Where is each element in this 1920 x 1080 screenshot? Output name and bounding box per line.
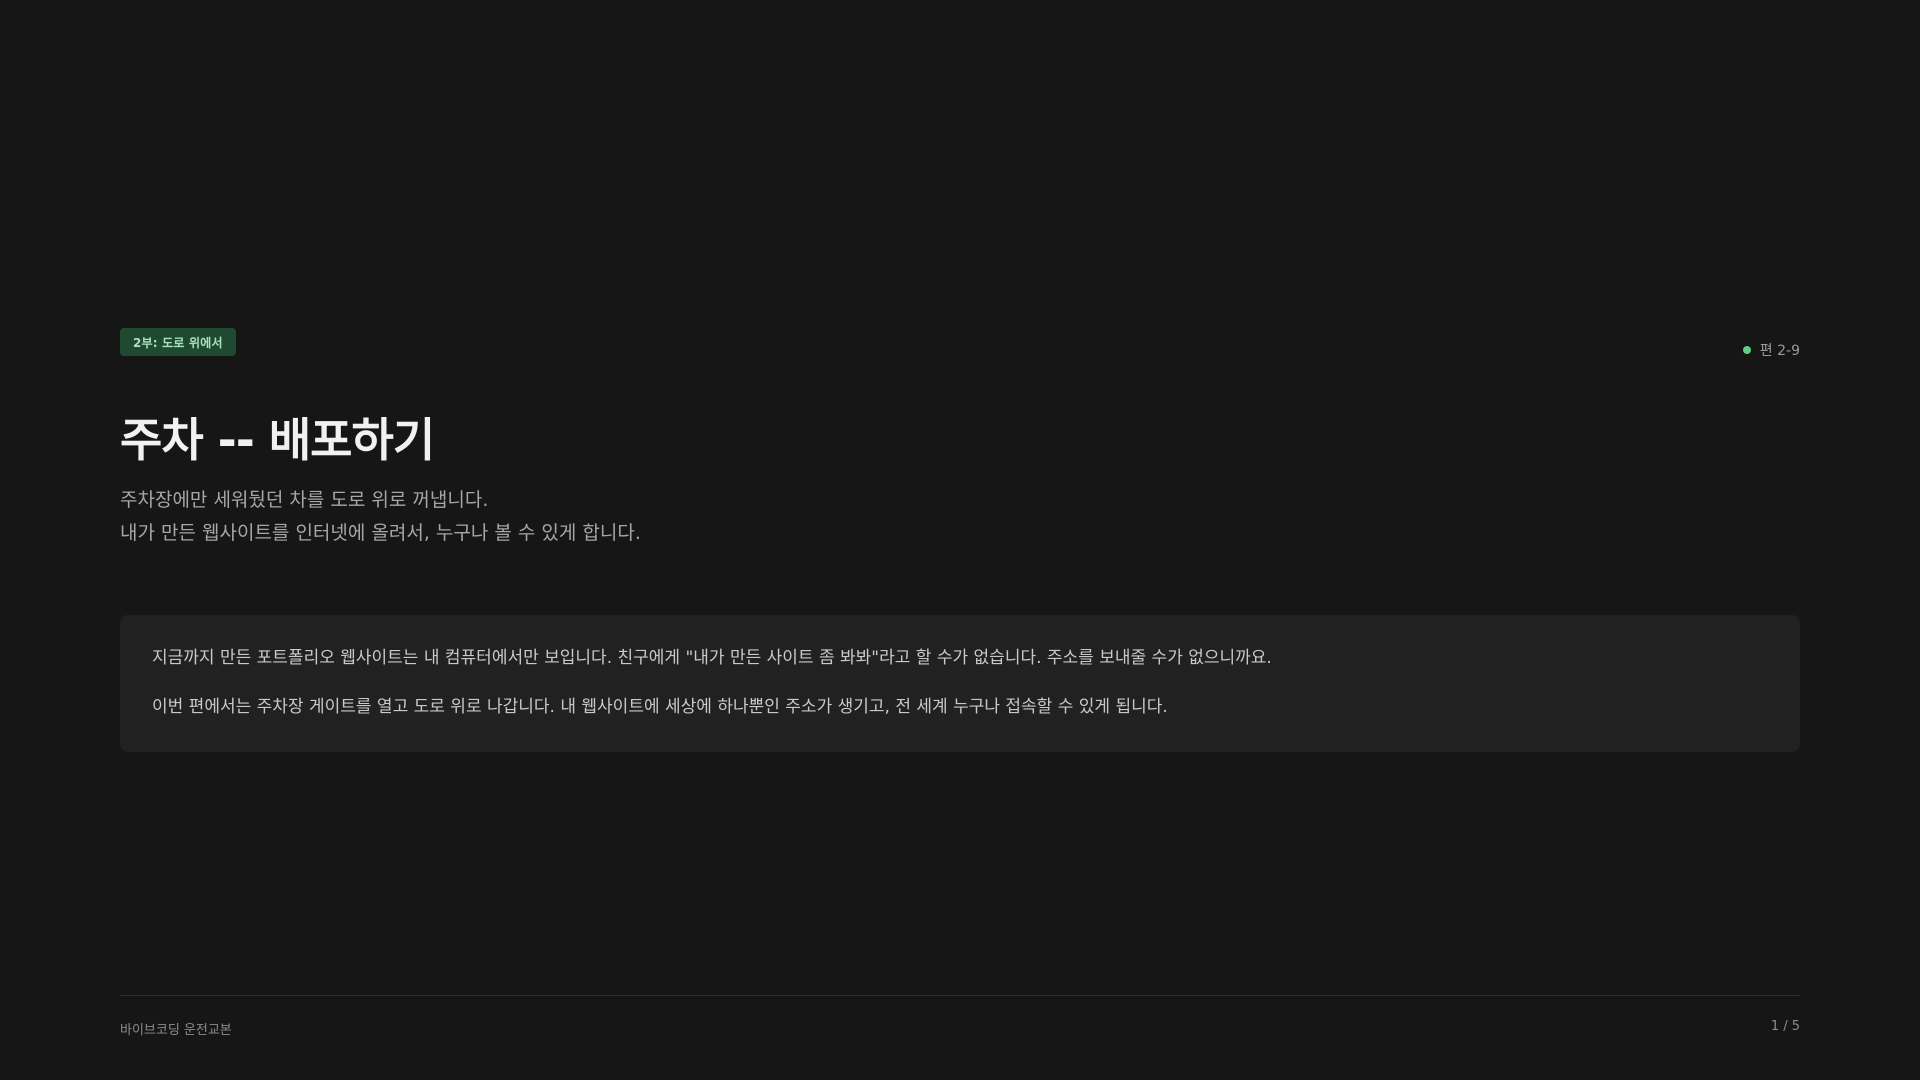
episode-indicator: 편 2-9 [1742, 340, 1800, 360]
slide: 2부: 도로 위에서 편 2-9 주차 -- 배포하기 주차장에만 세워뒀던 차… [0, 0, 1920, 1080]
part-badge: 2부: 도로 위에서 [120, 328, 236, 356]
intro-card: 지금까지 만든 포트폴리오 웹사이트는 내 컴퓨터에서만 보입니다. 친구에게 … [120, 615, 1800, 752]
footer-book-title: 바이브코딩 운전교본 [120, 1023, 232, 1038]
footer-divider [120, 995, 1800, 996]
page-title: 주차 -- 배포하기 [120, 413, 435, 467]
intro-paragraph: 이번 편에서는 주차장 게이트를 열고 도로 위로 나갑니다. 내 웹사이트에 … [152, 697, 1168, 717]
status-dot-icon [1742, 346, 1751, 354]
page-indicator: 1 / 5 [1770, 1019, 1800, 1034]
subtitle-line: 주차장에만 세워뒀던 차를 도로 위로 꺼냅니다. [120, 489, 489, 511]
subtitle-line: 내가 만든 웹사이트를 인터넷에 올려서, 누구나 볼 수 있게 합니다. [120, 522, 641, 544]
intro-paragraph: 지금까지 만든 포트폴리오 웹사이트는 내 컴퓨터에서만 보입니다. 친구에게 … [152, 648, 1272, 668]
episode-label: 편 2-9 [1759, 343, 1800, 359]
subtitle: 주차장에만 세워뒀던 차를 도로 위로 꺼냅니다. 내가 만든 웹사이트를 인터… [120, 484, 641, 550]
